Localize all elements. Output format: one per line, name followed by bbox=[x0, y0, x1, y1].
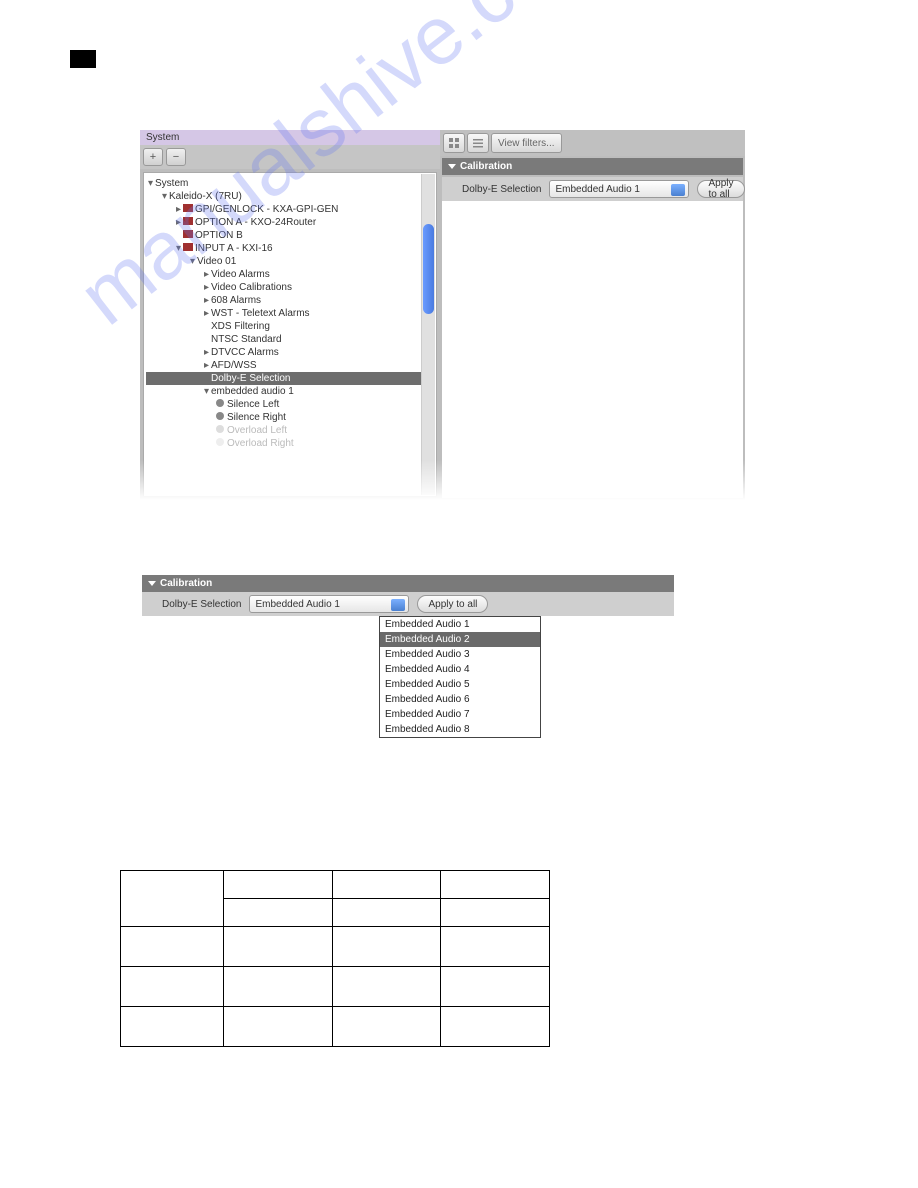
dropdown-item[interactable]: Embedded Audio 5 bbox=[380, 677, 540, 692]
tree-input-a[interactable]: INPUT A - KXI-16 bbox=[195, 243, 273, 254]
tree-wst[interactable]: WST - Teletext Alarms bbox=[211, 308, 310, 319]
dolby-select-open[interactable]: Embedded Audio 1 bbox=[249, 595, 409, 613]
tree-ntsc[interactable]: NTSC Standard bbox=[211, 334, 282, 345]
tree-toolbar: + − bbox=[140, 145, 440, 169]
calibration-header-2[interactable]: Calibration bbox=[142, 575, 674, 592]
calibration-title-2: Calibration bbox=[160, 578, 212, 589]
calibration-content bbox=[442, 201, 743, 498]
tree-root[interactable]: System bbox=[155, 178, 188, 189]
right-panel: View filters... Calibration Dolby-E Sele… bbox=[440, 130, 745, 500]
tree-dolby-selection[interactable]: Dolby-E Selection bbox=[211, 373, 290, 384]
tree-dtvcc[interactable]: DTVCC Alarms bbox=[211, 347, 279, 358]
right-toolbar: View filters... bbox=[440, 130, 745, 156]
dolby-select[interactable]: Embedded Audio 1 bbox=[549, 180, 689, 198]
empty-table bbox=[120, 870, 550, 1047]
tree-scrollbar[interactable] bbox=[421, 174, 435, 495]
tree-xds[interactable]: XDS Filtering bbox=[211, 321, 270, 332]
tree-embedded-audio[interactable]: embedded audio 1 bbox=[211, 386, 294, 397]
calibration-row: Dolby-E Selection Embedded Audio 1 Apply… bbox=[442, 177, 743, 201]
calibration-row-2: Dolby-E Selection Embedded Audio 1 Apply… bbox=[142, 592, 674, 616]
dropdown-item[interactable]: Embedded Audio 7 bbox=[380, 707, 540, 722]
system-header: System bbox=[140, 130, 440, 145]
view-filters-button[interactable]: View filters... bbox=[491, 133, 562, 153]
tree-silence-right[interactable]: Silence Right bbox=[227, 412, 286, 423]
dropdown-item[interactable]: Embedded Audio 2 bbox=[380, 632, 540, 647]
collapse-icon bbox=[148, 581, 156, 586]
collapse-all-button[interactable]: − bbox=[166, 148, 186, 166]
expand-all-button[interactable]: + bbox=[143, 148, 163, 166]
tree-scroll-thumb[interactable] bbox=[423, 224, 434, 314]
dropdown-item[interactable]: Embedded Audio 6 bbox=[380, 692, 540, 707]
icon-view-button[interactable] bbox=[443, 133, 465, 153]
tree-gpi[interactable]: GPI/GENLOCK - KXA-GPI-GEN bbox=[195, 204, 338, 215]
dropdown-item[interactable]: Embedded Audio 8 bbox=[380, 722, 540, 737]
tree-video[interactable]: Video 01 bbox=[197, 256, 236, 267]
apply-to-all-button[interactable]: Apply to all bbox=[697, 180, 744, 198]
tree-option-b[interactable]: OPTION B bbox=[195, 230, 243, 241]
dolby-dropdown-list[interactable]: Embedded Audio 1 Embedded Audio 2 Embedd… bbox=[379, 616, 541, 738]
calibration-header[interactable]: Calibration bbox=[442, 158, 743, 175]
apply-to-all-button-2[interactable]: Apply to all bbox=[417, 595, 488, 613]
dolby-label: Dolby-E Selection bbox=[462, 184, 541, 195]
table bbox=[120, 870, 550, 1047]
tree-608-alarms[interactable]: 608 Alarms bbox=[211, 295, 261, 306]
page-marker bbox=[70, 50, 96, 68]
screenshot-tree-and-calibration: System + − ▾System ▾Kaleido-X (7RU) ▸GPI… bbox=[140, 130, 745, 500]
tree-afd[interactable]: AFD/WSS bbox=[211, 360, 257, 371]
tree-overload-left[interactable]: Overload Left bbox=[227, 425, 287, 436]
tree-video-calibrations[interactable]: Video Calibrations bbox=[211, 282, 292, 293]
tree-overload-right[interactable]: Overload Right bbox=[227, 438, 294, 449]
tree-kaleido[interactable]: Kaleido-X (7RU) bbox=[169, 191, 242, 202]
left-panel: System + − ▾System ▾Kaleido-X (7RU) ▸GPI… bbox=[140, 130, 440, 500]
dolby-label-2: Dolby-E Selection bbox=[162, 599, 241, 610]
list-icon bbox=[472, 137, 484, 149]
calibration-title: Calibration bbox=[460, 161, 512, 172]
fade-overlay bbox=[140, 460, 745, 500]
tree-option-a[interactable]: OPTION A - KXO-24Router bbox=[195, 217, 316, 228]
screenshot-dropdown-open: Calibration Dolby-E Selection Embedded A… bbox=[142, 575, 674, 738]
tree-video-alarms[interactable]: Video Alarms bbox=[211, 269, 270, 280]
collapse-icon bbox=[448, 164, 456, 169]
dropdown-item[interactable]: Embedded Audio 3 bbox=[380, 647, 540, 662]
dropdown-item[interactable]: Embedded Audio 1 bbox=[380, 617, 540, 632]
grid-icon bbox=[448, 137, 460, 149]
list-view-button[interactable] bbox=[467, 133, 489, 153]
dropdown-item[interactable]: Embedded Audio 4 bbox=[380, 662, 540, 677]
tree-silence-left[interactable]: Silence Left bbox=[227, 399, 279, 410]
system-tree[interactable]: ▾System ▾Kaleido-X (7RU) ▸GPI/GENLOCK - … bbox=[143, 172, 437, 497]
